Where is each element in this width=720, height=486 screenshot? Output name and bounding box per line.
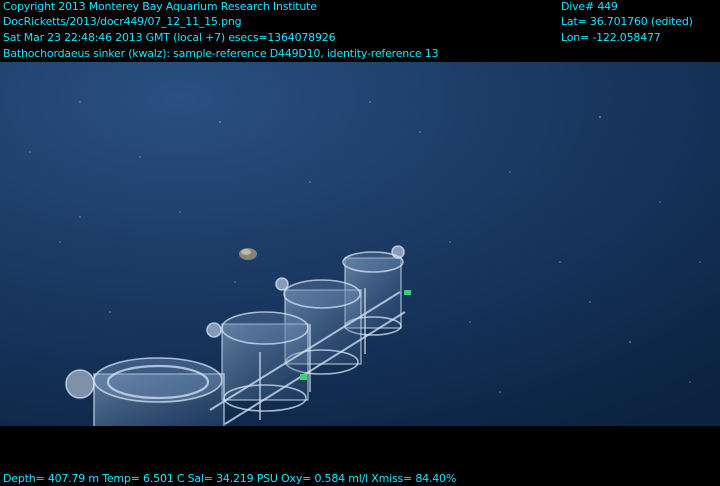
underwater-scene [0, 62, 720, 426]
copyright-text: Copyright 2013 Monterey Bay Aquarium Res… [3, 0, 317, 13]
longitude-text: Lon= -122.058477 [561, 31, 661, 44]
observation-text: Bathochordaeus sinker (kwalz): sample-re… [3, 47, 439, 60]
filename-text: DocRicketts/2013/docr449/07_12_11_15.png [3, 15, 242, 28]
latitude-text: Lat= 36.701760 (edited) [561, 15, 693, 28]
sensor-readout: Depth= 407.79 m Temp= 6.501 C Sal= 34.21… [3, 472, 457, 485]
drifting-organism [239, 248, 257, 260]
datetime-text: Sat Mar 23 22:48:46 2013 GMT (local +7) … [3, 31, 336, 44]
dive-number: Dive# 449 [561, 0, 618, 13]
video-frame: Copyright 2013 Monterey Bay Aquarium Res… [0, 0, 720, 486]
